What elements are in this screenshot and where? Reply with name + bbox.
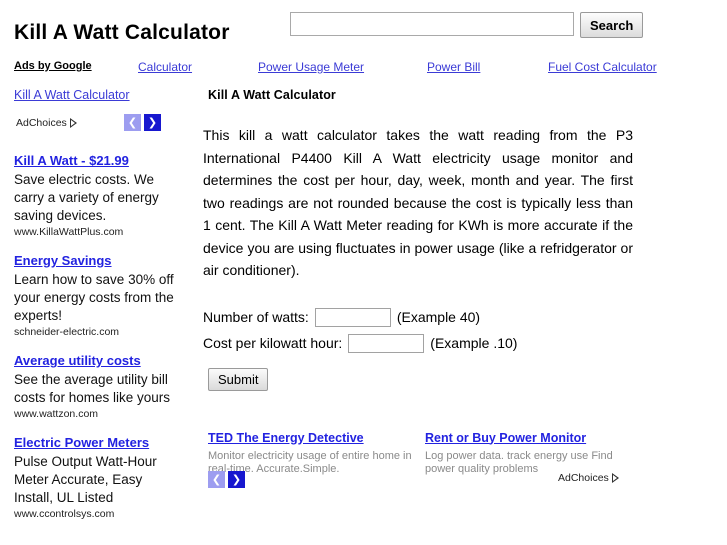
ad-display-url: www.ccontrolsys.com bbox=[14, 508, 115, 520]
ad-title-link[interactable]: Electric Power Meters bbox=[14, 435, 149, 450]
adchoices-label: AdChoices bbox=[16, 117, 67, 129]
sidebar-ad-pager: ❮ ❯ bbox=[124, 114, 161, 131]
cost-hint: (Example .10) bbox=[430, 335, 518, 351]
watts-hint: (Example 40) bbox=[396, 309, 481, 325]
ad-display-url: schneider-electric.com bbox=[14, 326, 120, 338]
cost-row: Cost per kilowatt hour: (Example .10) bbox=[203, 333, 643, 353]
prev-arrow-icon[interactable]: ❮ bbox=[208, 470, 225, 488]
sidebar-ad-item: Energy Savings Learn how to save 30% off… bbox=[14, 252, 196, 338]
link-unit-item-power-usage-meter[interactable]: Power Usage Meter bbox=[258, 60, 364, 74]
calculator-form: Number of watts: (Example 40) Cost per k… bbox=[203, 307, 643, 391]
search-input[interactable] bbox=[290, 12, 574, 36]
watts-row: Number of watts: (Example 40) bbox=[203, 307, 643, 327]
adchoices-triangle-icon bbox=[69, 118, 77, 128]
search-button[interactable]: Search bbox=[580, 12, 644, 38]
cost-input[interactable] bbox=[348, 333, 425, 353]
link-unit-item-power-bill[interactable]: Power Bill bbox=[427, 60, 480, 74]
ad-title-link[interactable]: Kill A Watt - $21.99 bbox=[14, 153, 129, 168]
ads-by-google-link-unit: Ads by Google Calculator Power Usage Met… bbox=[0, 60, 727, 80]
adchoices-control[interactable]: AdChoices bbox=[558, 472, 619, 484]
cost-label: Cost per kilowatt hour: bbox=[203, 335, 343, 351]
link-unit-item-calculator[interactable]: Calculator bbox=[138, 60, 192, 74]
sidebar-adchoices-row: AdChoices ❮ ❯ bbox=[0, 114, 196, 136]
bottom-ad-item: TED The Energy Detective Monitor electri… bbox=[208, 429, 413, 477]
page-header: Kill A Watt Calculator Search bbox=[0, 0, 727, 56]
next-arrow-icon[interactable]: ❯ bbox=[228, 470, 245, 488]
adchoices-triangle-icon bbox=[611, 472, 619, 483]
prev-arrow-icon[interactable]: ❮ bbox=[124, 114, 141, 131]
main-content: Kill A Watt Calculator This kill a watt … bbox=[203, 88, 643, 491]
ad-display-url: www.KillaWattPlus.com bbox=[14, 226, 124, 238]
sidebar-heading-link[interactable]: Kill A Watt Calculator bbox=[14, 88, 196, 102]
watts-input[interactable] bbox=[314, 307, 391, 327]
ad-description: See the average utility bill costs for h… bbox=[14, 372, 171, 405]
sidebar-ad-item: Kill A Watt - $21.99 Save electric costs… bbox=[14, 152, 196, 238]
sidebar-ad-item: Average utility costs See the average ut… bbox=[14, 352, 196, 420]
link-unit-item-fuel-cost-calculator[interactable]: Fuel Cost Calculator bbox=[548, 60, 657, 74]
bottom-ad-pager: ❮ ❯ bbox=[208, 470, 245, 488]
intro-paragraph: This kill a watt calculator takes the wa… bbox=[203, 127, 633, 278]
sidebar-ad-column: Kill A Watt Calculator AdChoices ❮ ❯ Kil… bbox=[0, 88, 196, 520]
next-arrow-icon[interactable]: ❯ bbox=[144, 114, 161, 131]
adchoices-control[interactable]: AdChoices bbox=[16, 117, 77, 129]
ads-by-google-label: Ads by Google bbox=[14, 60, 92, 72]
ad-description: Save electric costs. We carry a variety … bbox=[14, 172, 159, 223]
bottom-ad-item: Rent or Buy Power Monitor Log power data… bbox=[425, 429, 630, 477]
ad-description: Pulse Output Watt-Hour Meter Accurate, E… bbox=[14, 454, 157, 505]
page-title: Kill A Watt Calculator bbox=[14, 21, 230, 44]
submit-button[interactable]: Submit bbox=[208, 367, 269, 391]
content-heading: Kill A Watt Calculator bbox=[208, 88, 336, 102]
ad-title-link[interactable]: Average utility costs bbox=[14, 353, 141, 368]
ad-title-link[interactable]: Energy Savings bbox=[14, 253, 112, 268]
search-form: Search bbox=[290, 12, 644, 38]
watts-label: Number of watts: bbox=[203, 309, 309, 325]
ad-title-link[interactable]: TED The Energy Detective bbox=[208, 431, 364, 445]
ad-display-url: www.wattzon.com bbox=[14, 408, 99, 420]
bottom-ad-unit: TED The Energy Detective Monitor electri… bbox=[203, 429, 643, 491]
sidebar-ad-item: Electric Power Meters Pulse Output Watt-… bbox=[14, 434, 196, 520]
adchoices-label: AdChoices bbox=[558, 471, 609, 484]
ad-description: Learn how to save 30% off your energy co… bbox=[14, 272, 174, 323]
ad-title-link[interactable]: Rent or Buy Power Monitor bbox=[425, 431, 586, 445]
